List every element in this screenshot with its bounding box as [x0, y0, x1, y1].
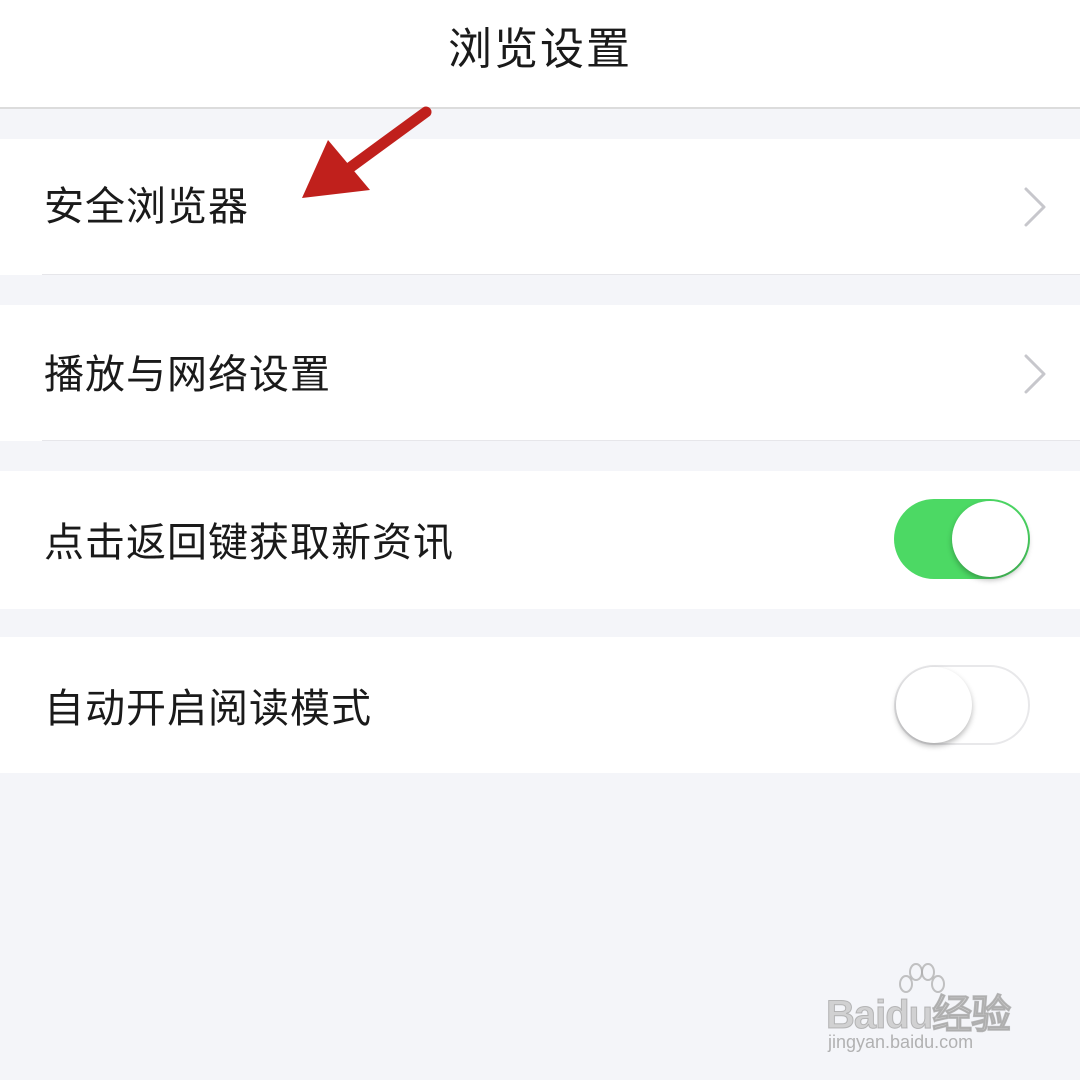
chevron-right-icon: [1024, 354, 1046, 394]
baidu-watermark: Baidu经验 jingyan.baidu.com: [825, 962, 1036, 1062]
page-title: 浏览设置: [448, 24, 632, 75]
auto-reading-mode-toggle[interactable]: [894, 665, 1030, 745]
back-key-refresh-toggle[interactable]: [894, 499, 1030, 579]
row-divider: [42, 440, 1080, 441]
toggle-knob: [896, 667, 972, 743]
settings-row-label: 自动开启阅读模式: [44, 686, 372, 732]
chevron-right-icon: [1024, 187, 1046, 227]
settings-row-label: 播放与网络设置: [44, 352, 331, 398]
settings-row-back-key-refresh: 点击返回键获取新资讯: [0, 471, 1080, 609]
settings-row-label: 安全浏览器: [44, 184, 249, 230]
row-divider: [42, 274, 1080, 275]
settings-row-label: 点击返回键获取新资讯: [44, 520, 454, 566]
settings-row-safe-browser[interactable]: 安全浏览器: [0, 139, 1080, 275]
toggle-knob: [952, 501, 1028, 577]
navigation-bar: 浏览设置: [0, 0, 1080, 109]
watermark-url: jingyan.baidu.com: [828, 1032, 974, 1052]
settings-row-playback-network[interactable]: 播放与网络设置: [0, 305, 1080, 441]
settings-row-auto-reading-mode: 自动开启阅读模式: [0, 637, 1080, 773]
